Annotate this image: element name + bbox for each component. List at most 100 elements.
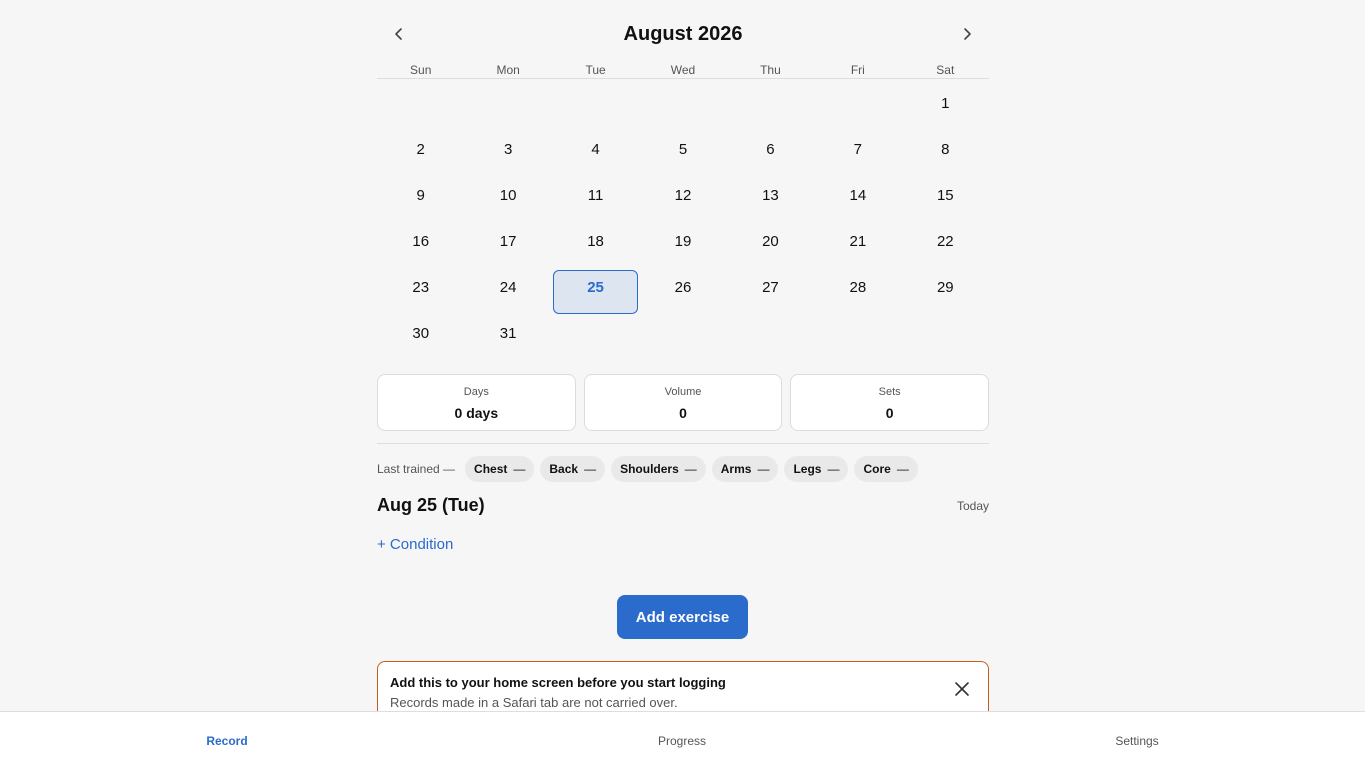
stat-card-sets: Sets 0: [790, 374, 989, 431]
calendar-day-number: 27: [762, 279, 779, 296]
tab-record[interactable]: Record: [206, 734, 247, 748]
calendar-day[interactable]: 20: [727, 224, 814, 270]
chip-value: —: [584, 462, 597, 476]
calendar-day[interactable]: 14: [814, 178, 901, 224]
calendar-day[interactable]: 5: [639, 132, 726, 178]
calendar-day-number: 29: [936, 279, 954, 296]
last-trained-label: Last trained —: [377, 462, 456, 476]
calendar-day[interactable]: 26: [639, 270, 726, 316]
chip-name: Legs: [793, 462, 822, 476]
calendar-day-number: 2: [416, 141, 425, 158]
chip-value: —: [896, 462, 909, 476]
calendar-day[interactable]: 31: [464, 316, 551, 362]
home-screen-banner: Add this to your home screen before you …: [377, 661, 989, 712]
calendar-day[interactable]: 8: [902, 132, 989, 178]
calendar-day[interactable]: 23: [377, 270, 464, 316]
calendar-day[interactable]: 21: [814, 224, 901, 270]
calendar-day-number: 10: [499, 187, 517, 204]
calendar-day[interactable]: 19: [639, 224, 726, 270]
add-exercise-button[interactable]: Add exercise: [617, 595, 748, 639]
calendar-day[interactable]: 28: [814, 270, 901, 316]
calendar-day-number: 8: [941, 141, 950, 158]
calendar-day-number: 30: [412, 325, 430, 342]
calendar-day[interactable]: 12: [639, 178, 726, 224]
calendar-day[interactable]: 18: [552, 224, 639, 270]
stat-card-days: Days 0 days: [377, 374, 576, 431]
calendar-day[interactable]: 30: [377, 316, 464, 362]
stat-label: Sets: [878, 386, 901, 398]
stat-label: Volume: [664, 386, 702, 398]
calendar-day[interactable]: 3: [464, 132, 551, 178]
chevron-right-icon: [964, 28, 971, 40]
calendar-empty-cell: [552, 86, 639, 132]
banner-title: Add this to your home screen before you …: [390, 675, 726, 690]
calendar-day-selected[interactable]: 25: [552, 270, 639, 316]
calendar-day-number: 20: [762, 233, 779, 250]
add-condition-link[interactable]: + Condition: [377, 536, 453, 553]
chip-shoulders[interactable]: Shoulders —: [611, 456, 706, 482]
calendar-day-number: 12: [674, 187, 692, 204]
banner-text: Records made in a Safari tab are not car…: [390, 695, 678, 710]
calendar-day[interactable]: 10: [464, 178, 551, 224]
chip-back[interactable]: Back —: [540, 456, 606, 482]
calendar-day-number: 7: [853, 141, 863, 158]
calendar-day[interactable]: 13: [727, 178, 814, 224]
calendar-day[interactable]: 9: [377, 178, 464, 224]
calendar-day-number: 31: [499, 325, 517, 342]
calendar-day[interactable]: 11: [552, 178, 639, 224]
chip-core[interactable]: Core —: [854, 456, 918, 482]
banner-close-button[interactable]: [954, 681, 970, 697]
chip-chest[interactable]: Chest —: [465, 456, 535, 482]
chip-name: Back: [549, 462, 579, 476]
calendar-empty-cell: [727, 86, 814, 132]
calendar-day[interactable]: 1: [902, 86, 989, 132]
calendar-day[interactable]: 4: [552, 132, 639, 178]
calendar-day[interactable]: 29: [902, 270, 989, 316]
calendar-day-number: 24: [499, 279, 517, 296]
last-trained-row: Last trained — Chest — Back — Shoulders — A…: [377, 456, 924, 482]
calendar-day[interactable]: 6: [727, 132, 814, 178]
calendar-day[interactable]: 2: [377, 132, 464, 178]
calendar-day-number: 5: [678, 141, 688, 158]
calendar-empty-cell: [814, 86, 901, 132]
chip-value: —: [827, 462, 840, 476]
calendar-day-number: 13: [762, 187, 779, 204]
chip-arms[interactable]: Arms —: [711, 456, 779, 482]
calendar-empty-cell: [377, 86, 464, 132]
calendar-day-number: 25: [587, 279, 604, 296]
stat-value: 0: [679, 405, 687, 421]
calendar-day[interactable]: 17: [464, 224, 551, 270]
calendar-day[interactable]: 15: [902, 178, 989, 224]
selected-date-title: Aug 25 (Tue): [377, 495, 485, 515]
calendar-day[interactable]: 24: [464, 270, 551, 316]
stats-row: Days 0 days Volume 0 Sets 0: [377, 374, 989, 431]
stat-label: Days: [463, 386, 489, 398]
calendar-day-number: 3: [503, 141, 513, 158]
calendar-day-number: 19: [674, 233, 692, 250]
chip-value: —: [513, 462, 526, 476]
calendar-day[interactable]: 27: [727, 270, 814, 316]
next-month-button[interactable]: [955, 22, 979, 46]
close-icon: [955, 682, 969, 696]
calendar-day-number: 22: [936, 233, 954, 250]
tab-settings[interactable]: Settings: [1115, 734, 1158, 748]
stat-card-volume: Volume 0: [583, 374, 783, 431]
today-button[interactable]: Today: [957, 499, 989, 513]
chip-name: Shoulders: [620, 462, 679, 476]
calendar-day-number: 6: [766, 141, 775, 158]
calendar-grid: 1 2 3 4 5 6 7 8 9 10 11 12 13 14 15 16 17 18 19 20 21 22 23 24 2…: [377, 86, 989, 362]
calendar-day[interactable]: 7: [814, 132, 901, 178]
calendar-day-number: 11: [587, 187, 604, 204]
calendar-day[interactable]: 16: [377, 224, 464, 270]
chip-legs[interactable]: Legs —: [784, 456, 849, 482]
calendar-empty-cell: [639, 86, 726, 132]
chip-name: Arms: [720, 462, 752, 476]
calendar-empty-cell: [464, 86, 551, 132]
calendar-day[interactable]: 22: [902, 224, 989, 270]
bottom-tab-bar: Record Progress Settings: [0, 711, 1365, 768]
tab-progress[interactable]: Progress: [658, 734, 706, 748]
calendar-day-number: 15: [936, 187, 954, 204]
calendar-header: August 2026: [377, 0, 989, 68]
calendar-day-number: 14: [849, 187, 867, 204]
chip-value: —: [757, 462, 770, 476]
